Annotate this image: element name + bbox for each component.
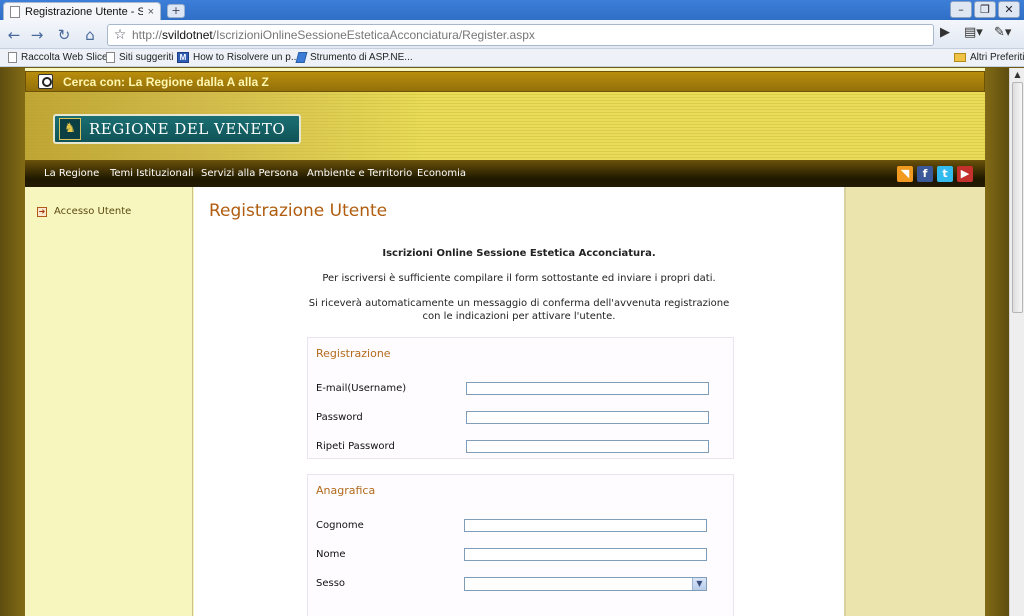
password-field[interactable] [466,411,709,424]
bookmark-label: Raccolta Web Slice [21,52,108,63]
fieldset-legend: Registrazione [316,347,391,360]
menu-item-temi-istituzionali[interactable]: Temi Istituzionali [110,168,194,179]
menu-item-economia[interactable]: Economia [417,168,466,179]
browser-toolbar: ← → ↻ ⌂ ☆ http://svildotnet/IscrizioniOn… [0,20,1024,49]
window-controls: – ❐ ✕ [950,1,1020,18]
scroll-up-icon[interactable]: ▲ [1012,69,1023,80]
page-icon [10,5,20,18]
browser-tab[interactable]: Registrazione Utente - Sito... × [3,2,161,20]
vertical-scrollbar[interactable]: ▲ [1009,68,1024,616]
bookmark-label: Siti suggeriti [119,52,174,63]
bookmark-item[interactable]: M How to Risolvere un p... [177,52,299,63]
main-content: Registrazione Utente Iscrizioni Online S… [194,187,844,616]
bookmark-star-icon[interactable]: ☆ [108,27,132,43]
bookmark-item[interactable]: Strumento di ASP.NE... [295,52,413,63]
chevron-down-icon[interactable]: ▼ [692,578,706,590]
intro-text: Per iscriversi è sufficiente compilare i… [322,273,716,284]
search-icon[interactable] [38,74,53,89]
address-bar[interactable]: ☆ http://svildotnet/IscrizioniOnlineSess… [107,24,934,46]
intro-text: Si riceverà automaticamente un messaggio… [308,298,730,309]
page-icon [106,52,115,63]
cognome-label: Cognome [316,520,364,531]
main-menu: La Regione Temi Istituzionali Servizi al… [25,160,985,187]
email-field[interactable] [466,382,709,395]
sesso-label: Sesso [316,578,346,589]
sidebar-item-label: Accesso Utente [54,206,132,217]
scrollbar-thumb[interactable] [1012,82,1023,313]
forward-icon[interactable]: → [27,25,47,45]
search-bar[interactable]: Cerca con: La Regione dalla A alla Z [25,71,985,92]
bookmark-item[interactable]: Raccolta Web Slice [8,52,108,63]
sesso-select[interactable]: ▼ [464,577,707,591]
bookmarks-bar: Raccolta Web Slice Siti suggeriti M How … [0,49,1024,67]
close-window-button[interactable]: ✕ [998,1,1020,18]
site-logo[interactable]: ♞ REGIONE DEL VENETO [53,114,301,144]
nome-label: Nome [316,549,346,560]
arrow-bullet-icon: ➜ [37,206,47,217]
msdn-icon: M [177,52,189,63]
url-text[interactable]: http://svildotnet/IscrizioniOnlineSessio… [132,28,535,42]
reload-icon[interactable]: ↻ [54,25,74,45]
page-icon [8,52,17,63]
repeat-password-field[interactable] [466,440,709,453]
repeat-password-label: Ripeti Password [316,441,395,452]
intro-text: con le indicazioni per attivare l'utente… [422,311,616,322]
menu-item-ambiente-e-territorio[interactable]: Ambiente e Territorio [307,168,412,179]
page-menu-icon[interactable]: ▤▾ [964,25,983,40]
folder-icon [954,53,966,62]
cognome-field[interactable] [464,519,707,532]
page-title: Registrazione Utente [209,201,388,221]
rss-icon[interactable]: ◥ [897,166,913,182]
browser-tab-bar: Registrazione Utente - Sito... × + – ❐ ✕ [0,0,1024,20]
registrazione-fieldset: Registrazione E-mail(Username) Password … [307,337,734,459]
twitter-icon[interactable]: t [937,166,953,182]
header-banner: ♞ REGIONE DEL VENETO [25,92,985,160]
go-icon[interactable]: ▶ [940,25,950,40]
password-label: Password [316,412,363,423]
left-sidebar: ➜ Accesso Utente [25,187,193,616]
bookmark-label: Strumento di ASP.NE... [310,52,413,63]
anagrafica-fieldset: Anagrafica Cognome Nome Sesso ▼ [307,474,734,616]
asp-icon [295,52,308,63]
youtube-icon[interactable]: ▶ [957,166,973,182]
bookmark-label: How to Risolvere un p... [193,52,300,63]
sidebar-item-accesso-utente[interactable]: ➜ Accesso Utente [37,206,131,217]
back-icon[interactable]: ← [4,25,24,45]
close-tab-icon[interactable]: × [148,6,154,18]
right-sidebar [844,187,985,616]
tab-title: Registrazione Utente - Sito... [25,5,143,18]
other-bookmarks[interactable]: Altri Preferiti [954,52,1024,63]
new-tab-button[interactable]: + [167,4,185,18]
lion-icon: ♞ [59,118,81,140]
search-link[interactable]: Cerca con: La Regione dalla A alla Z [63,75,269,89]
menu-item-servizi-alla-persona[interactable]: Servizi alla Persona [201,168,298,179]
maximize-button[interactable]: ❐ [974,1,996,18]
site-page: Cerca con: La Regione dalla A alla Z ♞ R… [25,68,985,616]
fieldset-legend: Anagrafica [316,484,376,497]
intro-heading: Iscrizioni Online Sessione Estetica Acco… [382,248,656,259]
page-viewport: Cerca con: La Regione dalla A alla Z ♞ R… [0,68,1009,616]
home-icon[interactable]: ⌂ [80,25,100,45]
email-label: E-mail(Username) [316,383,407,394]
nome-field[interactable] [464,548,707,561]
bookmark-item[interactable]: Siti suggeriti [106,52,173,63]
wrench-icon[interactable]: ✎▾ [994,25,1011,40]
logo-text: REGIONE DEL VENETO [89,120,286,138]
minimize-button[interactable]: – [950,1,972,18]
menu-item-la-regione[interactable]: La Regione [44,168,99,179]
facebook-icon[interactable]: f [917,166,933,182]
bookmark-label: Altri Preferiti [970,52,1024,63]
